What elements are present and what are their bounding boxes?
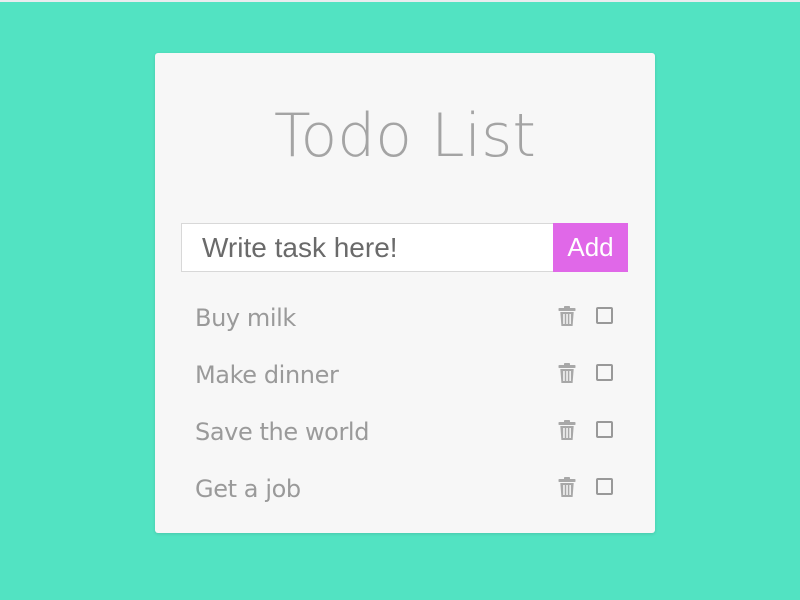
task-label: Get a job (195, 475, 301, 503)
task-checkbox[interactable] (596, 364, 613, 381)
add-task-form: Add (181, 223, 628, 272)
task-checkbox[interactable] (596, 478, 613, 495)
list-item: Buy milk (195, 289, 625, 346)
trash-icon[interactable] (557, 419, 577, 441)
task-checkbox[interactable] (596, 307, 613, 324)
top-border (0, 0, 800, 2)
trash-icon[interactable] (557, 362, 577, 384)
task-label: Buy milk (195, 304, 296, 332)
list-item: Make dinner (195, 346, 625, 403)
task-input[interactable] (181, 223, 553, 272)
list-item: Save the world (195, 403, 625, 460)
todo-card: Todo List Add Buy milk Make dinner (155, 53, 655, 533)
task-label: Make dinner (195, 361, 339, 389)
trash-icon[interactable] (557, 305, 577, 327)
task-checkbox[interactable] (596, 421, 613, 438)
page-title: Todo List (274, 101, 536, 171)
task-label: Save the world (195, 418, 370, 446)
task-list: Buy milk Make dinner Save the world Get … (195, 289, 625, 517)
list-item: Get a job (195, 460, 625, 517)
add-button[interactable]: Add (553, 223, 628, 272)
trash-icon[interactable] (557, 476, 577, 498)
